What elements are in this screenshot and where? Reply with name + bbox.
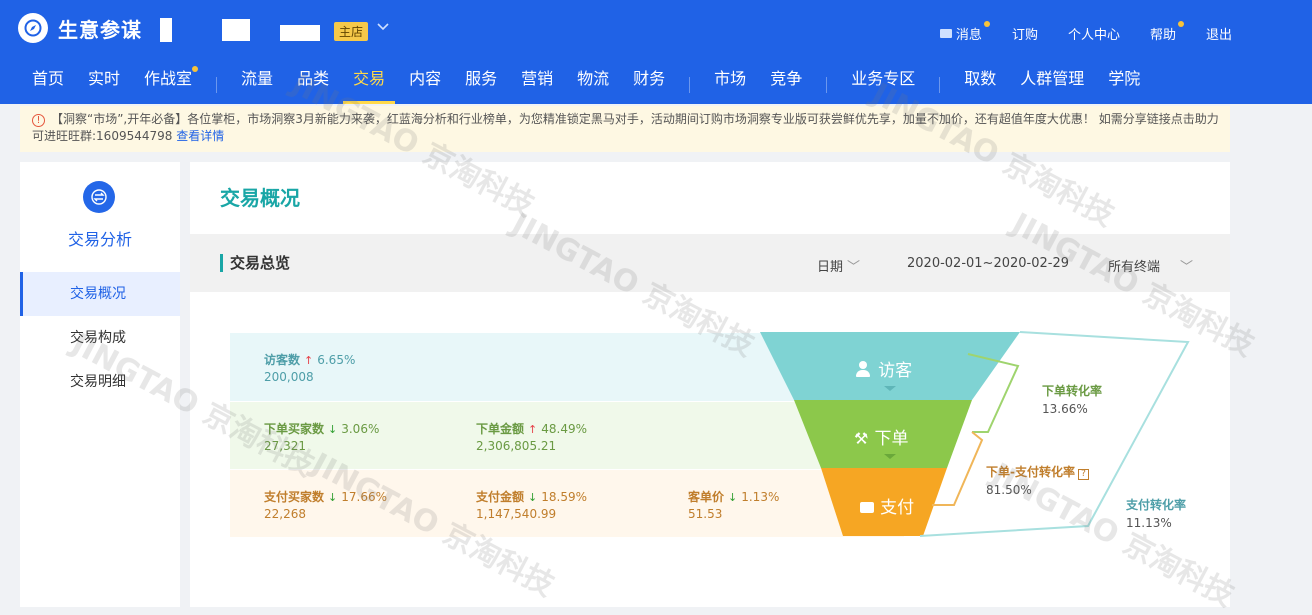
nav-item-competition[interactable]: 竞争 (758, 66, 814, 104)
shop-name-redacted[interactable] (160, 18, 330, 42)
notice-details-link[interactable]: 查看详情 (176, 129, 224, 143)
metric-visitors[interactable]: 访客数 ↑ 6.65% 200,008 (264, 351, 355, 384)
nav-item-trade[interactable]: 交易 (341, 66, 397, 104)
sidebar: 交易分析 交易概况 交易构成 交易明细 (20, 162, 180, 607)
chevron-down-icon: ﹀ (1180, 260, 1194, 275)
subscribe-link[interactable]: 订购 (1012, 24, 1038, 43)
exchange-icon (83, 181, 115, 213)
nav-item-war-room[interactable]: 作战室 (132, 66, 204, 104)
arrow-down-icon: ↓ (728, 491, 738, 504)
funnel-label-visit: 访客 (856, 356, 912, 381)
funnel-label-order: ⚒ 下单 (854, 429, 909, 449)
order-conversion-rate[interactable]: 下单转化率 13.66% (1042, 382, 1102, 416)
sidebar-item-composition[interactable]: 交易构成 (20, 316, 180, 360)
funnel-label-pay: 支付 (860, 493, 914, 518)
arrow-up-icon: ↑ (528, 423, 538, 436)
user-icon (856, 361, 870, 377)
nav-item-category[interactable]: 品类 (285, 66, 341, 104)
nav-item-data-fetch[interactable]: 取数 (952, 66, 1008, 104)
app-name: 生意参谋 (58, 17, 142, 42)
wallet-icon (860, 502, 874, 513)
question-icon[interactable]: ? (1077, 469, 1089, 480)
notification-dot (983, 21, 990, 27)
main-shop-badge[interactable]: 主店 (334, 22, 369, 41)
nav-item-content[interactable]: 内容 (397, 66, 453, 104)
nav-item-realtime[interactable]: 实时 (76, 66, 132, 104)
pay-conversion-rate[interactable]: 支付转化率 11.13% (1126, 496, 1186, 530)
help-link[interactable]: 帮助 (1150, 21, 1184, 43)
notification-dot (1177, 21, 1184, 27)
date-type-select[interactable]: 日期 ﹀ (817, 256, 860, 275)
mail-icon (939, 29, 952, 38)
arrow-up-icon: ↑ (304, 354, 314, 367)
app-logo[interactable]: 生意参谋 (18, 13, 142, 43)
nav-divider (216, 77, 218, 93)
messages-link[interactable]: 消息 (939, 21, 990, 43)
arrow-down-icon: ↓ (328, 491, 338, 504)
order-pay-conversion-rate[interactable]: 下单-支付转化率? 81.50% (986, 463, 1089, 497)
date-range-picker[interactable]: 2020-02-01~2020-02-29 (907, 256, 1069, 271)
nav-item-home[interactable]: 首页 (20, 66, 76, 104)
nav-item-traffic[interactable]: 流量 (229, 66, 285, 104)
hammer-icon: ⚒ (854, 429, 869, 448)
chevron-down-icon: ﹀ (847, 260, 861, 275)
main-nav: 首页 实时 作战室 流量 品类 交易 内容 服务 营销 物流 财务 市场 竞争 … (0, 66, 1312, 104)
sidebar-title: 交易分析 (67, 230, 132, 249)
metric-order-amount[interactable]: 下单金额 ↑ 48.49% 2,306,805.21 (476, 420, 587, 453)
top-links: 消息 订购 个人中心 帮助 退出 (939, 21, 1232, 43)
personal-center-link[interactable]: 个人中心 (1068, 24, 1120, 43)
nav-item-audience[interactable]: 人群管理 (1008, 66, 1096, 104)
metric-pay-amount[interactable]: 支付金额 ↓ 18.59% 1,147,540.99 (476, 488, 587, 521)
logout-link[interactable]: 退出 (1206, 24, 1232, 43)
nav-item-business-zone[interactable]: 业务专区 (839, 66, 927, 104)
page-title: 交易概况 (220, 186, 300, 210)
redaction-block (160, 18, 172, 42)
notification-dot (192, 66, 199, 72)
section-header: 交易总览 日期 ﹀ 2020-02-01~2020-02-29 所有终端 ﹀ (190, 234, 1230, 292)
warning-icon: ! (32, 114, 45, 127)
notice-banner: ! 【洞察“市场”,开年必备】各位掌柜，市场洞察3月新能力来袭，红蓝海分析和行业榜… (20, 106, 1230, 152)
chevron-down-icon[interactable] (376, 20, 390, 36)
redaction-block (222, 19, 250, 41)
compass-icon (18, 13, 48, 43)
section-title: 交易总览 (220, 254, 290, 272)
nav-item-service[interactable]: 服务 (453, 66, 509, 104)
nav-divider (826, 77, 828, 93)
sidebar-item-details[interactable]: 交易明细 (20, 360, 180, 404)
nav-item-marketing[interactable]: 营销 (509, 66, 565, 104)
metric-pay-buyers[interactable]: 支付买家数 ↓ 17.66% 22,268 (264, 488, 387, 521)
nav-item-finance[interactable]: 财务 (621, 66, 677, 104)
nav-divider (939, 77, 941, 93)
nav-item-academy[interactable]: 学院 (1096, 66, 1152, 104)
arrow-down-icon: ↓ (328, 423, 338, 436)
redaction-block (280, 25, 320, 41)
nav-divider (689, 77, 691, 93)
terminal-select[interactable]: 所有终端 ﹀ (1108, 256, 1193, 275)
nav-item-market[interactable]: 市场 (702, 66, 758, 104)
sidebar-item-overview[interactable]: 交易概况 (20, 272, 180, 316)
top-bar: 生意参谋 主店 消息 订购 个人中心 帮助 退出 首页 实时 作战室 流量 品类… (0, 0, 1312, 104)
nav-item-logistics[interactable]: 物流 (565, 66, 621, 104)
arrow-down-icon: ↓ (528, 491, 538, 504)
metric-order-buyers[interactable]: 下单买家数 ↓ 3.06% 27,321 (264, 420, 379, 453)
main-panel: 交易概况 交易总览 日期 ﹀ 2020-02-01~2020-02-29 所有终端… (190, 162, 1230, 607)
